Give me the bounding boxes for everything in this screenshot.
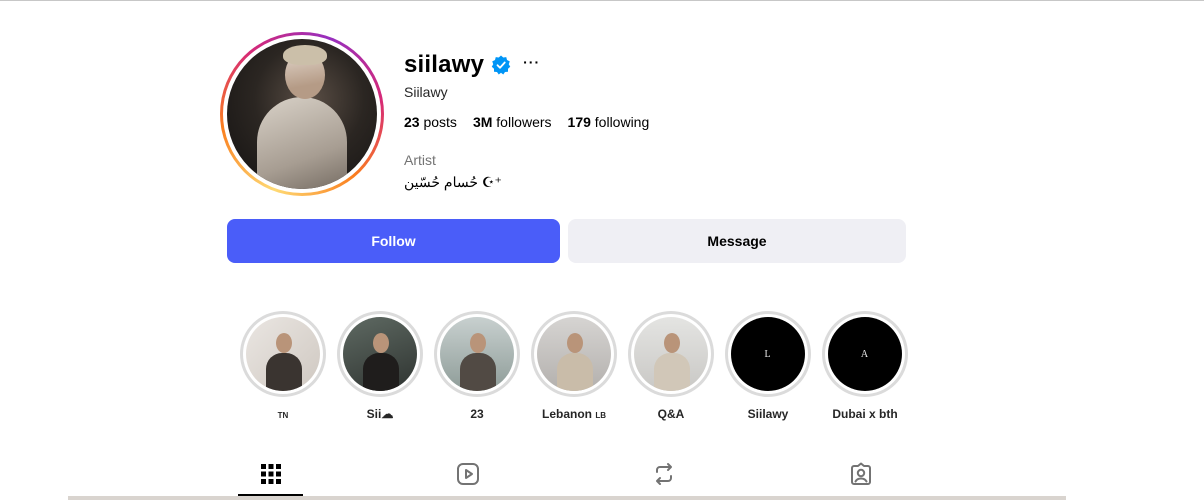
- highlight-ring: [628, 311, 714, 397]
- highlight-ring: [337, 311, 423, 397]
- follow-button[interactable]: Follow: [227, 219, 560, 263]
- followers-stat[interactable]: 3M followers: [473, 114, 552, 130]
- highlight-cover: L: [731, 317, 805, 391]
- posts-stat: 23 posts: [404, 114, 457, 130]
- highlight-ring: [434, 311, 520, 397]
- profile-avatar[interactable]: [220, 32, 384, 196]
- verified-badge-icon: [491, 55, 511, 75]
- highlight-item[interactable]: A Dubai x bth: [822, 311, 908, 421]
- highlight-label: Sii☁: [366, 407, 394, 421]
- highlight-ring: [240, 311, 326, 397]
- highlight-cover-letter: L: [764, 348, 772, 360]
- followers-label: followers: [496, 114, 552, 130]
- tab-posts[interactable]: [259, 460, 283, 488]
- following-count: 179: [567, 114, 591, 130]
- highlight-label: Siilawy: [747, 407, 789, 421]
- username-row: siilawy ···: [404, 50, 540, 80]
- highlight-item[interactable]: L Siilawy: [725, 311, 811, 421]
- more-options-button[interactable]: ···: [523, 54, 540, 70]
- highlight-cover: A: [828, 317, 902, 391]
- reels-icon: [457, 463, 479, 485]
- display-name: Siilawy: [404, 84, 448, 100]
- highlight-cover: [343, 317, 417, 391]
- top-divider: [0, 0, 1204, 1]
- avatar-hair: [283, 45, 327, 65]
- highlight-label: Q&A: [657, 407, 685, 421]
- highlight-cover: [634, 317, 708, 391]
- highlight-label: 23: [470, 407, 484, 421]
- highlight-ring: L: [725, 311, 811, 397]
- highlight-item[interactable]: TN: [240, 311, 326, 421]
- grid-icon: [261, 464, 281, 484]
- highlight-label: Lebanon LB: [541, 407, 606, 421]
- highlight-label: TN: [277, 411, 289, 420]
- following-stat[interactable]: 179 following: [568, 114, 650, 130]
- highlight-cover: [537, 317, 611, 391]
- posts-count: 23: [404, 114, 420, 130]
- tab-reposts[interactable]: [652, 460, 676, 488]
- profile-category: Artist: [404, 152, 436, 168]
- reposts-icon: [656, 463, 672, 485]
- highlight-item[interactable]: Lebanon LB: [531, 311, 617, 421]
- message-button[interactable]: Message: [568, 219, 906, 263]
- following-label: following: [594, 114, 650, 130]
- highlight-cover-letter: A: [860, 348, 870, 360]
- username: siilawy: [404, 51, 485, 78]
- profile-stats: 23 posts 3M followers 179 following: [404, 114, 649, 130]
- tab-tagged[interactable]: [849, 460, 873, 488]
- avatar-ring-gap: [223, 35, 381, 193]
- highlight-cover: [246, 317, 320, 391]
- avatar-figure: [257, 97, 347, 189]
- posts-label: posts: [423, 114, 457, 130]
- tagged-icon: [851, 462, 871, 485]
- highlight-item[interactable]: Sii☁: [337, 311, 423, 421]
- posts-grid-preview[interactable]: [68, 496, 1066, 500]
- highlight-ring: A: [822, 311, 908, 397]
- highlight-item[interactable]: 23: [434, 311, 520, 421]
- highlight-item[interactable]: Q&A: [628, 311, 714, 421]
- highlight-ring: [531, 311, 617, 397]
- profile-bio: حُسام حُسّين ☪︎⁺: [404, 174, 502, 190]
- tab-reels[interactable]: [456, 460, 480, 488]
- followers-count: 3M: [472, 114, 493, 130]
- avatar-photo: [227, 39, 377, 189]
- highlight-cover: [440, 317, 514, 391]
- highlight-label: Dubai x bth: [832, 407, 898, 421]
